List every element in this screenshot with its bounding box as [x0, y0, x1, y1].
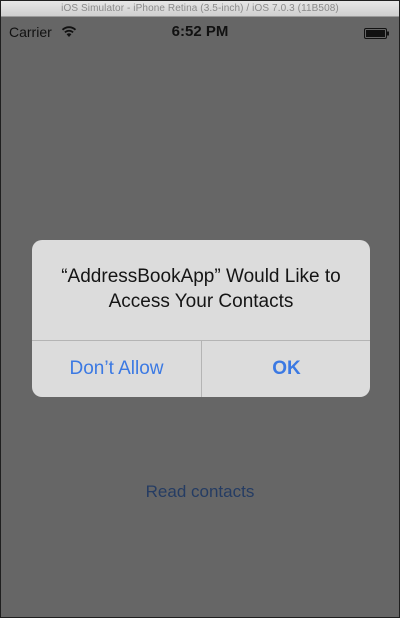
status-bar: Carrier 6:52 PM: [1, 17, 399, 47]
window-title: iOS Simulator - iPhone Retina (3.5-inch)…: [1, 1, 399, 17]
read-contacts-button[interactable]: Read contacts: [1, 482, 399, 502]
battery-icon: [364, 26, 390, 39]
alert-title: “AddressBookApp” Would Like to Access Yo…: [61, 266, 341, 312]
ok-button[interactable]: OK: [202, 341, 370, 397]
device-screen: Carrier 6:52 PM Read contacts “AddressBo…: [1, 17, 399, 617]
dont-allow-button[interactable]: Don’t Allow: [32, 341, 201, 397]
permission-alert: “AddressBookApp” Would Like to Access Yo…: [32, 240, 370, 397]
simulator-window: iOS Simulator - iPhone Retina (3.5-inch)…: [0, 0, 400, 618]
status-time: 6:52 PM: [171, 23, 229, 40]
